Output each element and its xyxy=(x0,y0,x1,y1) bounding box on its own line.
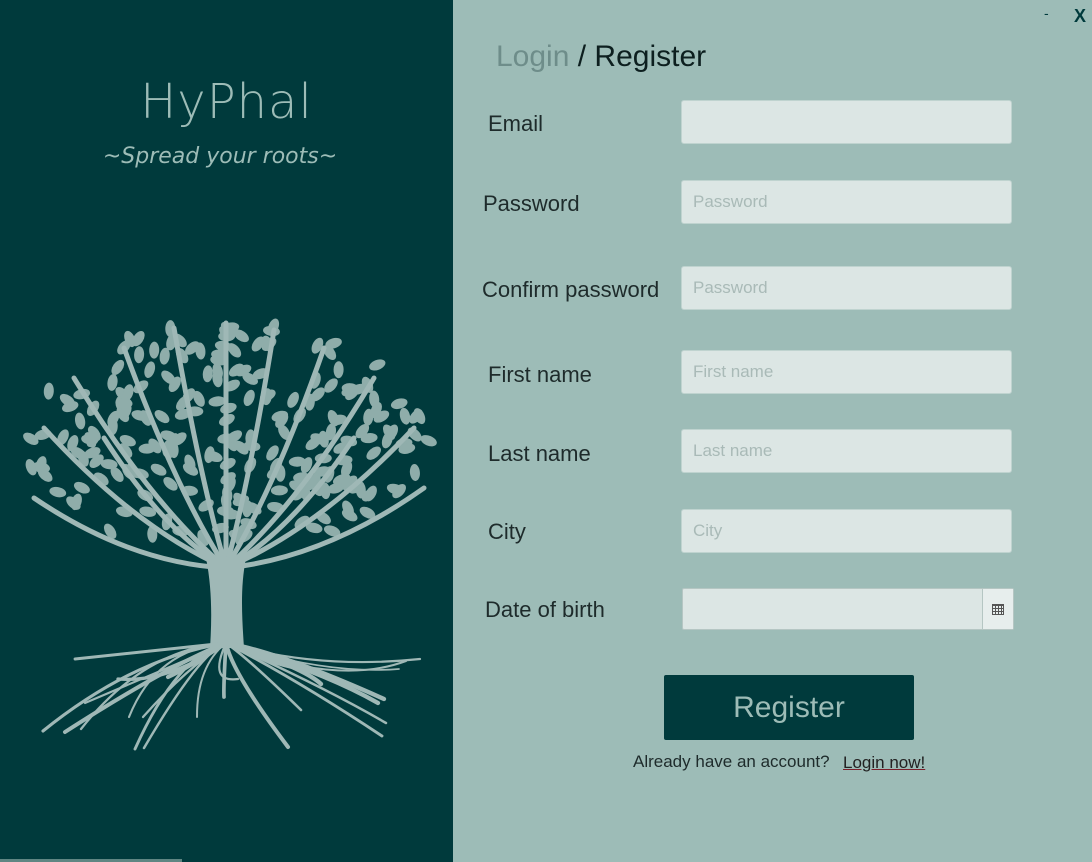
last-name-label: Last name xyxy=(488,441,591,466)
date-of-birth-label: Date of birth xyxy=(485,597,605,622)
calendar-icon xyxy=(992,603,1004,615)
register-tab: Register xyxy=(594,40,707,73)
last-name-field[interactable] xyxy=(681,429,1012,473)
minimize-button[interactable]: - xyxy=(1044,5,1049,21)
password-label: Password xyxy=(483,191,580,216)
register-button[interactable]: Register xyxy=(664,675,914,740)
tree-leaf xyxy=(202,365,213,383)
city-field[interactable] xyxy=(681,509,1012,553)
email-label: Email xyxy=(488,111,544,136)
tree-leaf xyxy=(369,359,386,371)
login-now-link[interactable]: Login now! xyxy=(843,753,925,773)
city-label: City xyxy=(488,519,526,544)
date-of-birth-picker[interactable] xyxy=(682,588,1014,630)
account-prompt: Already have an account? xyxy=(633,752,830,771)
tree-leaf xyxy=(149,341,160,359)
tree-leaf xyxy=(134,346,145,364)
heading-separator: / xyxy=(569,40,595,73)
email-field[interactable] xyxy=(681,100,1012,144)
tree-leaf xyxy=(333,361,344,379)
tree-root xyxy=(222,641,228,699)
password-field[interactable] xyxy=(681,180,1012,224)
close-button[interactable]: X xyxy=(1074,6,1086,27)
confirm-password-field[interactable] xyxy=(681,266,1012,310)
confirm-password-label: Confirm password xyxy=(482,277,660,302)
tree-leaf xyxy=(74,412,86,430)
app-tagline: ~Spread your roots~ xyxy=(102,144,338,169)
form-heading: Login / Register xyxy=(496,40,706,74)
tree-leaf xyxy=(111,359,125,375)
tree-leaf xyxy=(73,481,90,494)
tree-leaf xyxy=(150,463,167,476)
tree-leaf xyxy=(399,407,411,425)
tree-leaf xyxy=(49,486,67,498)
tree-leaf xyxy=(270,485,288,496)
login-tab[interactable]: Login xyxy=(496,40,569,73)
date-picker-button[interactable] xyxy=(982,589,1013,629)
app-title: HyPhal xyxy=(140,74,313,130)
tree-leaf xyxy=(43,382,54,400)
tree-leaf xyxy=(287,391,299,408)
tree-leaf xyxy=(420,435,437,447)
tree-leaf xyxy=(409,464,420,481)
tree-logo-icon xyxy=(23,318,437,751)
brand-panel: HyPhal ~Spread your roots~ xyxy=(0,0,453,862)
first-name-label: First name xyxy=(488,362,592,387)
tree-root xyxy=(142,641,228,750)
first-name-field[interactable] xyxy=(681,350,1012,394)
tree-leaf xyxy=(243,389,255,407)
tree-leaf xyxy=(144,361,156,378)
